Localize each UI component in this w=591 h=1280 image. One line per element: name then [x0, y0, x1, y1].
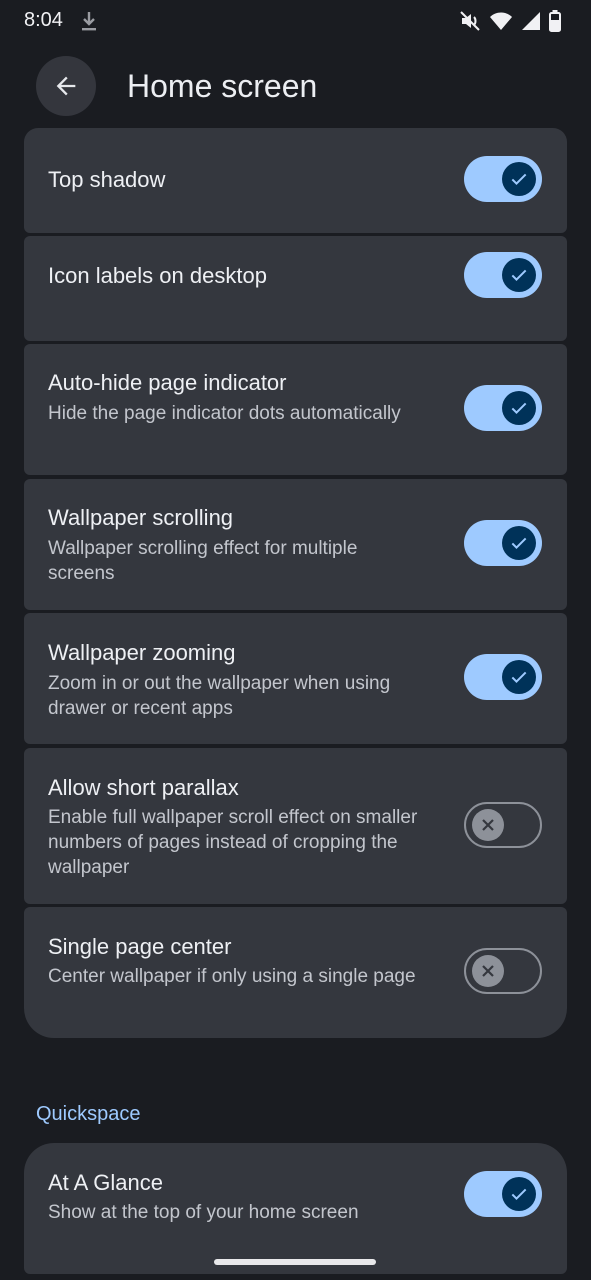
close-icon [482, 819, 494, 831]
setting-title: Allow short parallax [48, 775, 239, 800]
close-icon [482, 965, 494, 977]
arrow-back-icon [56, 76, 76, 96]
setting-subtitle: Enable full wallpaper scroll effect on s… [48, 807, 418, 878]
single-page-center-toggle[interactable] [464, 948, 542, 994]
setting-at-a-glance[interactable]: At A Glance Show at the top of your home… [24, 1143, 567, 1274]
toggle-knob [502, 660, 536, 694]
battery-icon [549, 10, 561, 37]
setting-wallpaper-zooming[interactable]: Wallpaper zooming Zoom in or out the wal… [24, 613, 567, 744]
setting-title: At A Glance [48, 1170, 163, 1195]
setting-subtitle: Center wallpaper if only using a single … [48, 966, 416, 987]
download-icon [80, 10, 98, 37]
back-button[interactable] [36, 56, 96, 116]
setting-subtitle: Hide the page indicator dots automatical… [48, 403, 401, 424]
cell-signal-icon [521, 11, 541, 36]
top-shadow-toggle[interactable] [464, 156, 542, 202]
check-icon [511, 1188, 527, 1200]
setting-single-page-center[interactable]: Single page center Center wallpaper if o… [24, 907, 567, 1038]
check-icon [511, 402, 527, 414]
wifi-icon [489, 10, 513, 37]
toggle-knob [502, 258, 536, 292]
toggle-knob [502, 526, 536, 560]
check-icon [511, 537, 527, 549]
mute-icon [459, 10, 481, 37]
check-icon [511, 269, 527, 281]
status-bar: 8:04 [0, 0, 591, 44]
check-icon [511, 671, 527, 683]
setting-top-shadow[interactable]: Top shadow [24, 128, 567, 233]
setting-title: Auto-hide page indicator [48, 370, 287, 395]
setting-title: Wallpaper scrolling [48, 505, 234, 530]
setting-title: Single page center [48, 934, 232, 959]
wallpaper-scrolling-toggle[interactable] [464, 520, 542, 566]
short-parallax-toggle[interactable] [464, 802, 542, 848]
icon-labels-toggle[interactable] [464, 252, 542, 298]
toggle-knob [502, 391, 536, 425]
setting-auto-hide-indicator[interactable]: Auto-hide page indicator Hide the page i… [24, 344, 567, 475]
toggle-knob [472, 809, 504, 841]
setting-wallpaper-scrolling[interactable]: Wallpaper scrolling Wallpaper scrolling … [24, 479, 567, 610]
gesture-navigation-bar[interactable] [214, 1259, 376, 1265]
setting-subtitle: Show at the top of your home screen [48, 1202, 359, 1223]
toggle-knob [472, 955, 504, 987]
setting-title: Wallpaper zooming [48, 640, 236, 665]
setting-icon-labels[interactable]: Icon labels on desktop [24, 236, 567, 341]
auto-hide-toggle[interactable] [464, 385, 542, 431]
section-header-quickspace: Quickspace [36, 1103, 141, 1125]
check-icon [511, 173, 527, 185]
toggle-knob [502, 162, 536, 196]
app-bar: Home screen [0, 54, 591, 118]
status-time: 8:04 [24, 9, 63, 31]
page-title: Home screen [127, 68, 318, 104]
setting-subtitle: Zoom in or out the wallpaper when using … [48, 673, 391, 719]
at-a-glance-toggle[interactable] [464, 1171, 542, 1217]
setting-title: Icon labels on desktop [48, 263, 267, 288]
setting-subtitle: Wallpaper scrolling effect for multiple … [48, 538, 358, 584]
toggle-knob [502, 1177, 536, 1211]
setting-short-parallax[interactable]: Allow short parallax Enable full wallpap… [24, 748, 567, 904]
setting-title: Top shadow [48, 167, 166, 192]
wallpaper-zooming-toggle[interactable] [464, 654, 542, 700]
